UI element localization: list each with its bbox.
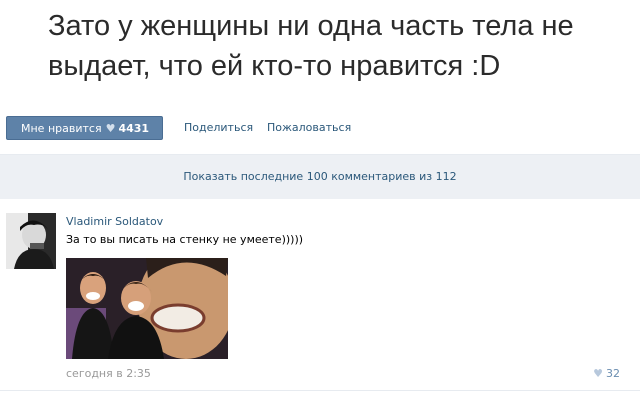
show-comments-button[interactable]: Показать последние 100 комментариев из 1… xyxy=(0,155,640,199)
heart-icon: ♥ xyxy=(593,367,603,380)
comment-text: За то вы писать на стенку не умеете))))) xyxy=(66,233,304,246)
like-label: Мне нравится xyxy=(21,122,102,135)
like-button[interactable]: Мне нравится ♥ 4431 xyxy=(6,116,163,140)
comment-like-count: 32 xyxy=(606,367,620,380)
comment-author[interactable]: Vladimir Soldatov xyxy=(66,215,163,228)
like-count: 4431 xyxy=(118,122,150,135)
divider xyxy=(0,390,640,391)
post-text: Зато у женщины ни одна часть тела не выд… xyxy=(48,10,574,82)
photo-image xyxy=(66,258,228,359)
comment-timestamp[interactable]: сегодня в 2:35 xyxy=(66,367,151,380)
avatar-image xyxy=(6,213,56,269)
comment: Vladimir Soldatov За то вы писать на сте… xyxy=(0,207,640,389)
avatar[interactable] xyxy=(6,213,56,269)
comment-like-button[interactable]: ♥ 32 xyxy=(593,367,620,380)
post-actions: Мне нравится ♥ 4431 Поделиться Пожаловатьс… xyxy=(6,116,636,140)
share-link[interactable]: Поделиться xyxy=(184,116,253,140)
heart-icon: ♥ xyxy=(105,122,116,135)
report-link[interactable]: Пожаловаться xyxy=(267,116,351,140)
laughing-men-photo[interactable] xyxy=(66,258,228,359)
